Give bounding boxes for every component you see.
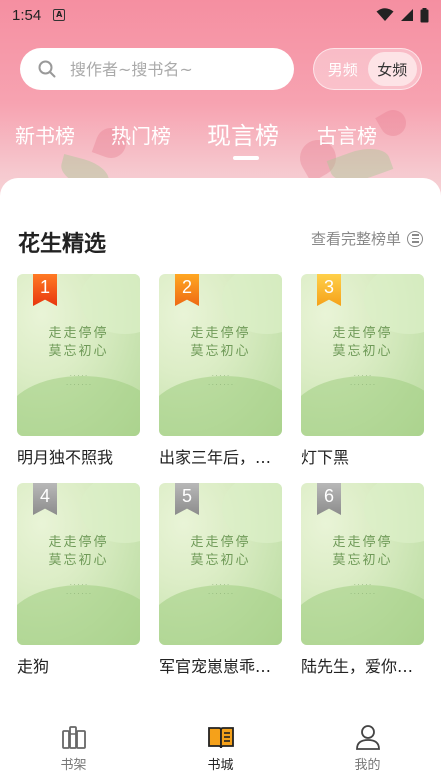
wifi-icon — [376, 8, 394, 21]
cover-fine-print: · · · · · · · · · · · · — [350, 582, 375, 598]
tab-hot[interactable]: 热门榜 — [111, 120, 171, 149]
book-item[interactable]: 走走停停 莫忘初心 · · · · · · · · · · · · 3 灯下黑 — [301, 274, 424, 468]
notification-icon: A — [53, 9, 66, 21]
book-title: 出家三年后，… — [159, 448, 272, 467]
nav-label: 书城 — [207, 758, 234, 773]
book-item[interactable]: 走走停停 莫忘初心 · · · · · · · · · · · · 6 陆先生，爱… — [301, 483, 424, 677]
book-title: 走狗 — [17, 657, 50, 676]
rank-badge: 5 — [175, 483, 199, 515]
content-card: 花生精选 查看完整榜单 走走停停 莫忘初心 · · · · · · · · · ·… — [0, 178, 441, 718]
book-store-icon — [207, 727, 234, 749]
book-title: 灯下黑 — [301, 448, 350, 467]
cover-fine-print: · · · · · · · · · · · · — [66, 373, 91, 389]
book-title: 军官宠崽崽乖… — [159, 657, 272, 676]
tab-new-books[interactable]: 新书榜 — [15, 120, 75, 149]
nav-bookshelf[interactable]: 书架 — [0, 718, 147, 784]
search-icon — [38, 60, 56, 78]
section-title: 花生精选 — [18, 232, 107, 257]
book-item[interactable]: 走走停停 莫忘初心 · · · · · · · · · · · · 5 军官宠崽崽… — [159, 483, 282, 677]
book-item[interactable]: 走走停停 莫忘初心 · · · · · · · · · · · · 1 明月独不照… — [17, 274, 140, 468]
book-cover: 走走停停 莫忘初心 · · · · · · · · · · · · 6 — [301, 483, 424, 645]
rank-badge: 1 — [33, 274, 57, 306]
status-bar: 1:54 A — [0, 0, 441, 30]
cover-fine-print: · · · · · · · · · · · · — [208, 373, 233, 389]
book-cover: 走走停停 莫忘初心 · · · · · · · · · · · · 2 — [159, 274, 282, 436]
rank-badge: 6 — [317, 483, 341, 515]
search-input[interactable] — [70, 59, 270, 79]
signal-icon — [401, 9, 413, 21]
bookshelf-icon — [61, 726, 86, 749]
bottom-nav: 书架 书城 我的 — [0, 718, 441, 784]
cover-fine-print: · · · · · · · · · · · · — [350, 373, 375, 389]
active-tab-indicator — [233, 156, 259, 160]
cover-fine-print: · · · · · · · · · · · · — [208, 582, 233, 598]
list-icon — [407, 230, 423, 247]
cover-fine-print: · · · · · · · · · · · · — [66, 582, 91, 598]
book-cover: 走走停停 莫忘初心 · · · · · · · · · · · · 4 — [17, 483, 140, 645]
book-cover: 走走停停 莫忘初心 · · · · · · · · · · · · 3 — [301, 274, 424, 436]
view-full-list-link[interactable]: 查看完整榜单 — [311, 228, 423, 249]
rank-badge: 3 — [317, 274, 341, 306]
tab-modern-romance[interactable]: 现言榜 — [207, 116, 279, 151]
rank-badge: 2 — [175, 274, 199, 306]
nav-label: 我的 — [354, 758, 381, 773]
status-time: 1:54 — [12, 6, 42, 24]
gender-option-male[interactable]: 男频 — [318, 52, 368, 86]
nav-bookstore[interactable]: 书城 — [147, 718, 294, 784]
nav-profile[interactable]: 我的 — [294, 718, 441, 784]
book-cover: 走走停停 莫忘初心 · · · · · · · · · · · · 1 — [17, 274, 140, 436]
status-icons — [376, 7, 429, 23]
view-full-list-label: 查看完整榜单 — [310, 230, 401, 248]
book-item[interactable]: 走走停停 莫忘初心 · · · · · · · · · · · · 2 出家三年后… — [159, 274, 282, 468]
tab-historical-romance[interactable]: 古言榜 — [317, 120, 377, 149]
ranking-tabs: 新书榜 热门榜 现言榜 古言榜 — [0, 112, 441, 162]
book-item[interactable]: 走走停停 莫忘初心 · · · · · · · · · · · · 4 走狗 — [17, 483, 140, 677]
book-title: 明月独不照我 — [17, 448, 114, 467]
book-title: 陆先生，爱你… — [301, 657, 414, 676]
gender-option-female[interactable]: 女频 — [367, 52, 417, 86]
search-bar[interactable] — [20, 48, 294, 90]
nav-label: 书架 — [60, 758, 87, 773]
battery-icon — [420, 7, 429, 22]
gender-toggle[interactable]: 男频 女频 — [313, 48, 422, 90]
rank-badge: 4 — [33, 483, 57, 515]
book-cover: 走走停停 莫忘初心 · · · · · · · · · · · · 5 — [159, 483, 282, 645]
profile-icon — [355, 725, 380, 750]
